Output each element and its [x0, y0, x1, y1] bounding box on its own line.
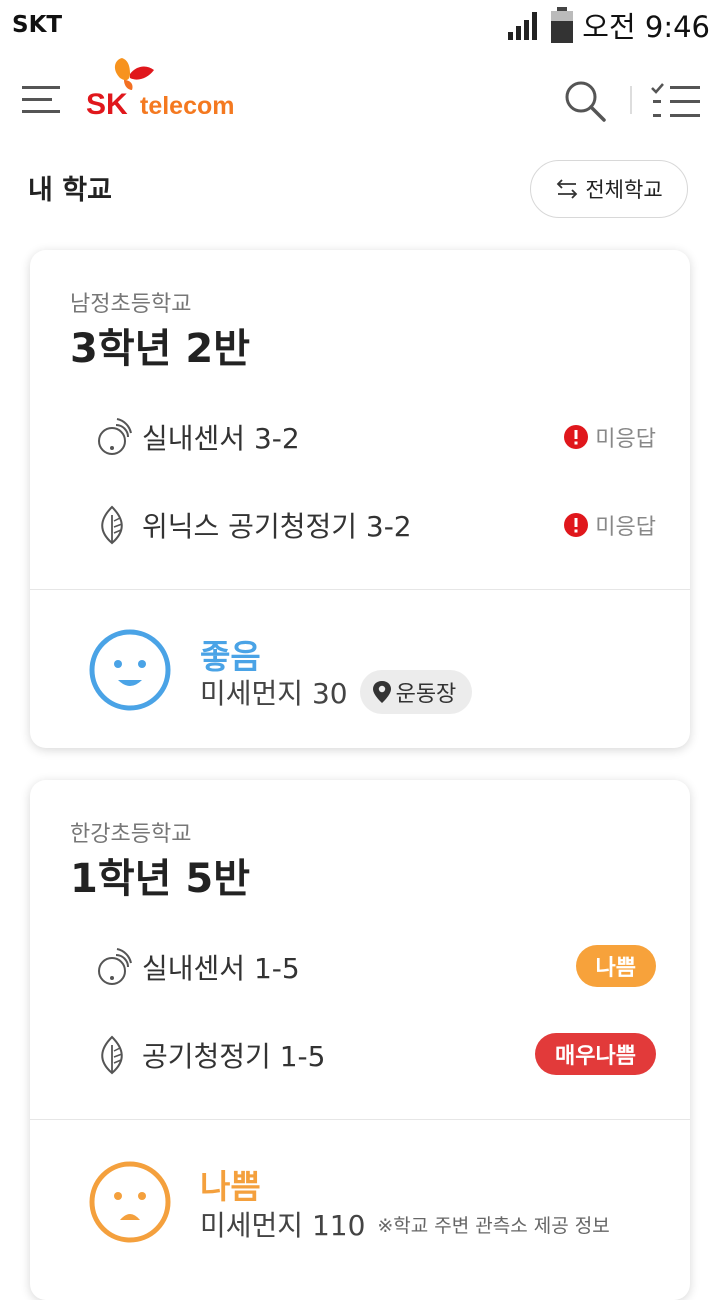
- status-badge: 매우나쁨: [535, 1033, 656, 1075]
- device-status-label: 미응답: [595, 515, 656, 540]
- menu-icon[interactable]: [22, 82, 62, 118]
- school-name: 남정초등학교: [70, 292, 192, 317]
- section-title: 내 학교: [28, 175, 112, 206]
- school-card[interactable]: 남정초등학교 3학년 2반 실내센서 3-2 미응답 위닉스 공기청정기 3-2: [30, 250, 690, 748]
- pm-value: 미세먼지 30: [200, 677, 348, 710]
- svg-text:SK: SK: [86, 88, 128, 121]
- sensor-icon: [98, 948, 132, 985]
- alert-icon: [564, 425, 589, 449]
- device-name: 위닉스 공기청정기 3-2: [142, 510, 412, 543]
- air-purifier-icon: [101, 505, 123, 545]
- air-purifier-icon: [101, 1035, 123, 1075]
- swap-icon: [557, 179, 578, 199]
- all-schools-button[interactable]: 전체학교: [530, 160, 688, 218]
- all-schools-label: 전체학교: [585, 178, 663, 202]
- carrier-label: SKT: [12, 12, 63, 38]
- status-icons: 오전 9:46: [508, 4, 710, 46]
- device-name: 실내센서 1-5: [142, 952, 300, 985]
- device-name: 공기청정기 1-5: [142, 1040, 326, 1073]
- air-quality-label: 나쁨: [200, 1167, 261, 1206]
- class-name: 1학년 5반: [70, 856, 250, 902]
- air-quality-value: 미세먼지 110 ※학교 주변 관측소 제공 정보: [200, 1204, 610, 1244]
- school-card[interactable]: 한강초등학교 1학년 5반 실내센서 1-5 나쁨 공기청정기 1-5 매우나쁨…: [30, 780, 690, 1300]
- card-divider: [30, 1119, 690, 1120]
- air-quality-value: 미세먼지 30 운동장: [200, 670, 473, 714]
- status-badge: 나쁨: [575, 945, 656, 987]
- sensor-icon: [98, 418, 132, 455]
- good-face-icon: [89, 629, 171, 711]
- search-icon[interactable]: [560, 78, 610, 122]
- device-status: 미응답: [563, 500, 656, 550]
- clock: 오전 9:46: [582, 10, 710, 44]
- card-divider: [30, 589, 690, 590]
- app-bar: SK telecom: [0, 52, 720, 148]
- device-row-sensor[interactable]: 실내센서 1-5 나쁨: [96, 942, 656, 992]
- toolbar-divider: [630, 86, 632, 114]
- source-note: ※학교 주변 관측소 제공 정보: [377, 1214, 610, 1237]
- device-status-label: 미응답: [595, 427, 656, 452]
- location-pin-icon: [372, 681, 391, 703]
- signal-icon: [508, 12, 538, 40]
- sk-telecom-logo: SK telecom: [84, 56, 244, 126]
- status-bar: SKT 오전 9:46: [0, 0, 720, 50]
- pm-value: 미세먼지 110: [200, 1209, 366, 1242]
- location-chip[interactable]: 운동장: [359, 670, 473, 714]
- device-row-purifier[interactable]: 위닉스 공기청정기 3-2 미응답: [96, 500, 656, 550]
- device-row-purifier[interactable]: 공기청정기 1-5 매우나쁨: [96, 1030, 656, 1080]
- svg-text:telecom: telecom: [140, 92, 234, 120]
- school-name: 한강초등학교: [70, 822, 192, 847]
- device-name: 실내센서 3-2: [142, 422, 300, 455]
- device-status: 미응답: [563, 412, 656, 462]
- alert-icon: [564, 513, 589, 537]
- class-name: 3학년 2반: [70, 326, 250, 372]
- device-row-sensor[interactable]: 실내센서 3-2 미응답: [96, 412, 656, 462]
- bad-face-icon: [89, 1161, 171, 1243]
- checklist-icon[interactable]: [650, 80, 702, 124]
- location-label: 운동장: [395, 682, 457, 707]
- battery-icon: [551, 7, 574, 43]
